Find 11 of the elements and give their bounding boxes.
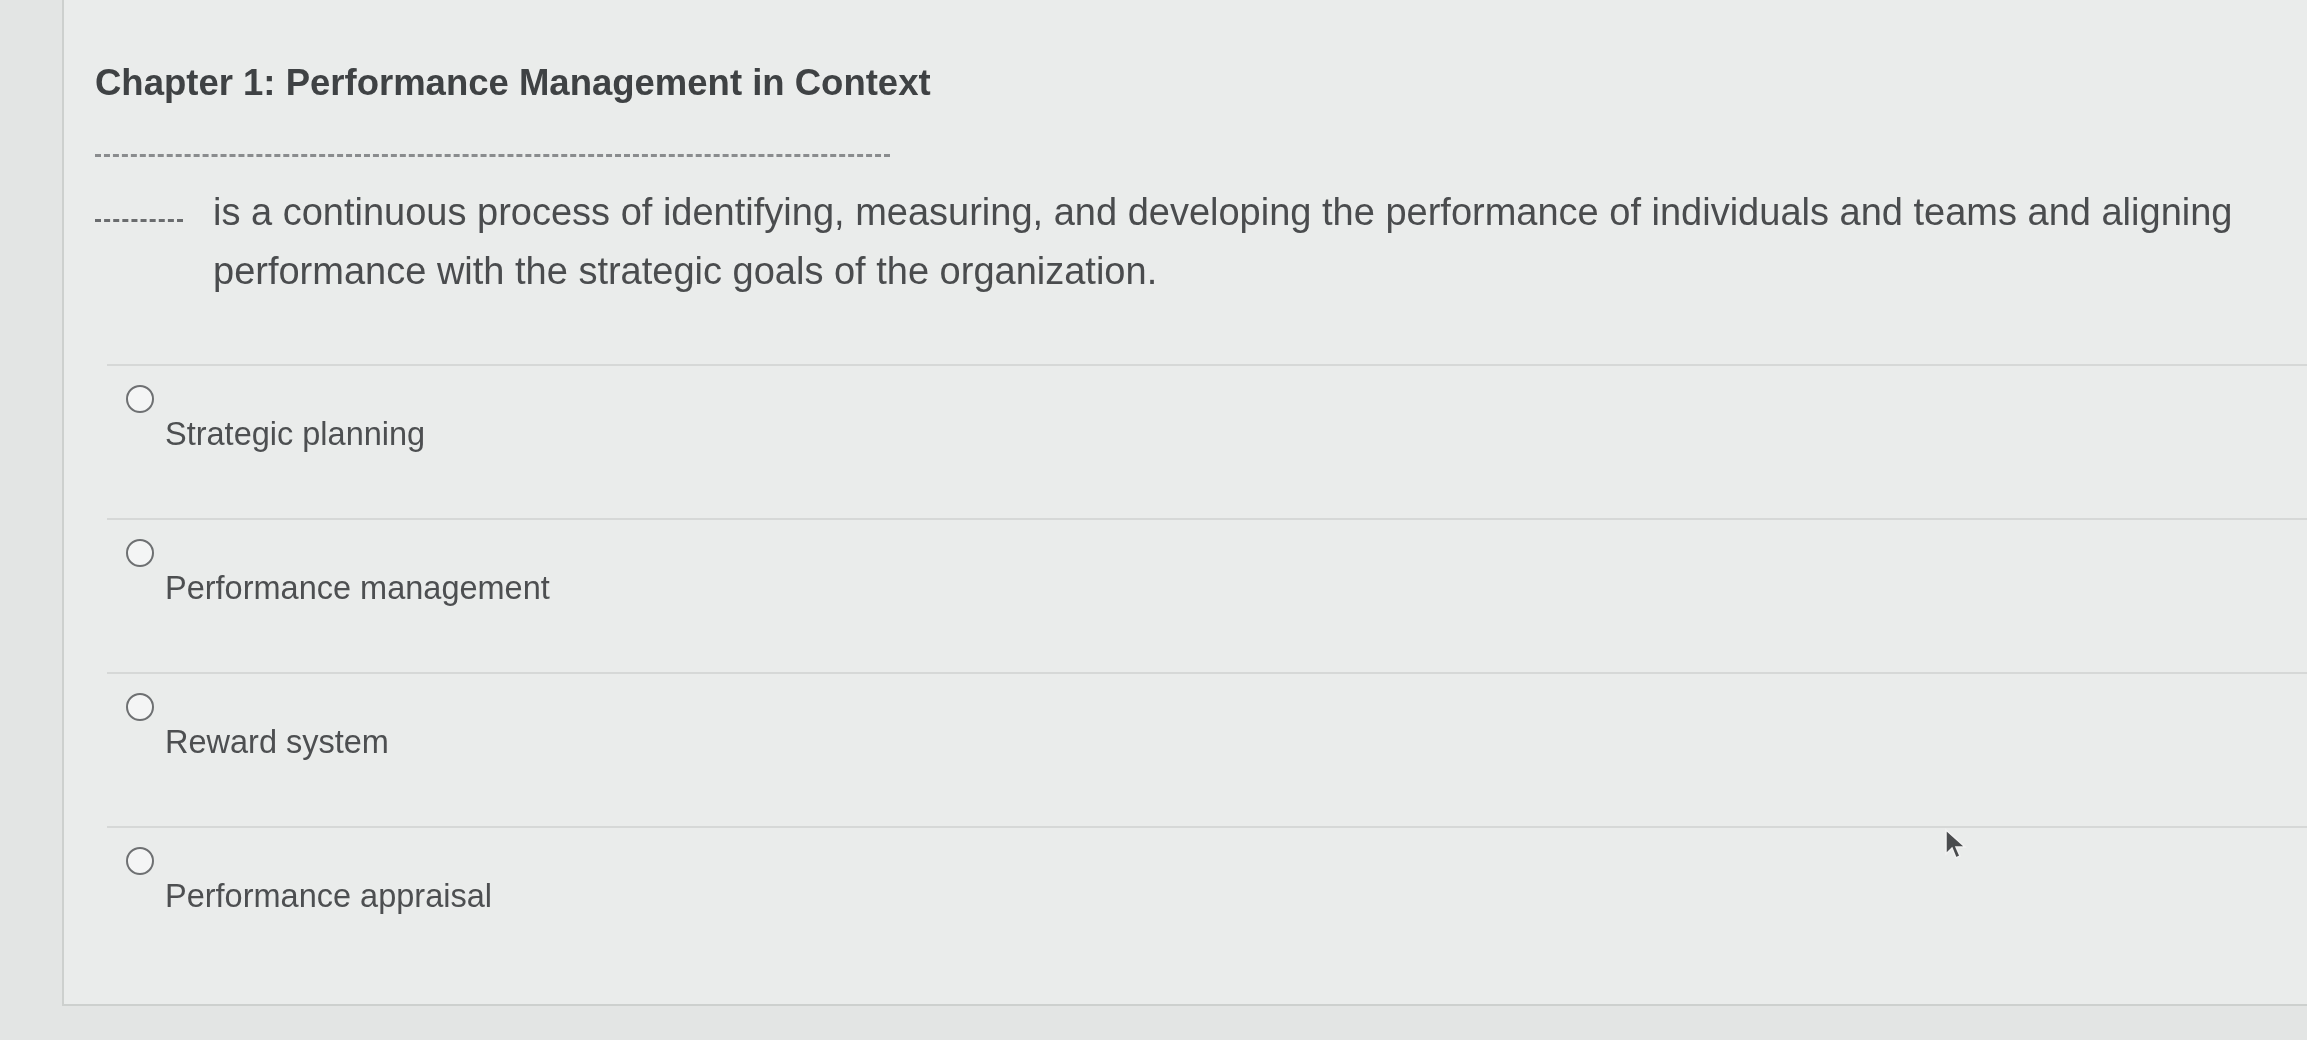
radio-button[interactable] xyxy=(125,846,155,876)
radio-button[interactable] xyxy=(125,692,155,722)
radio-button[interactable] xyxy=(125,384,155,414)
question-text: is a continuous process of identifying, measuring, and developing the performance of individuals and teams and aligning performance with the strategic goals of the organization. xyxy=(213,190,2234,294)
radio-button[interactable] xyxy=(125,538,155,568)
chapter-title: Chapter 1: Performance Management in Context xyxy=(95,61,931,105)
option-label: Strategic planning xyxy=(165,415,426,454)
option-label: Performance appraisal xyxy=(165,877,492,916)
option-label: Performance management xyxy=(165,569,550,608)
option-label: Reward system xyxy=(165,723,389,762)
mouse-pointer-icon xyxy=(1944,828,1968,860)
